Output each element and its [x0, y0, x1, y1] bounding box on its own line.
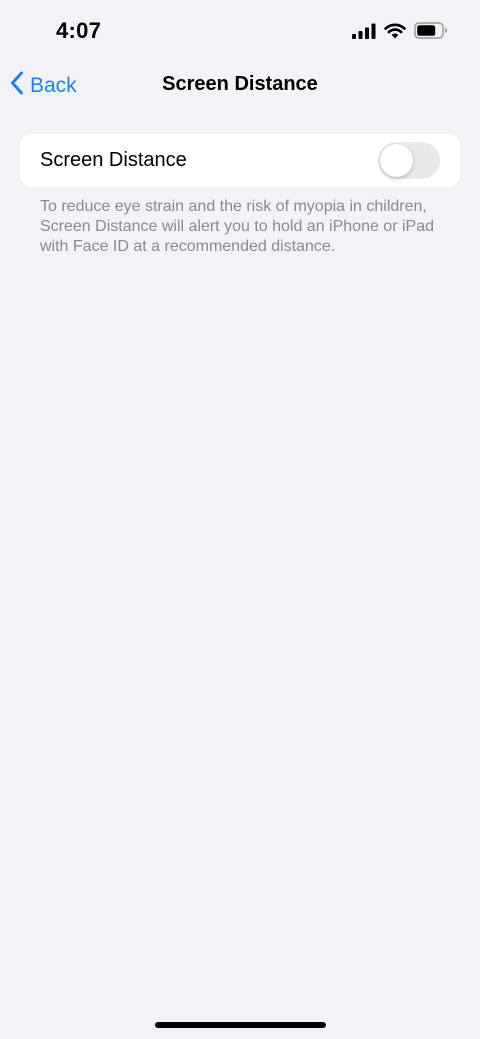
navigation-bar: Back Screen Distance — [0, 62, 480, 108]
page-title: Screen Distance — [162, 73, 318, 95]
setting-row-label: Screen Distance — [40, 149, 187, 171]
screen-distance-setting-row: Screen Distance — [20, 134, 460, 187]
setting-description: To reduce eye strain and the risk of myo… — [40, 198, 434, 255]
status-icons — [352, 22, 448, 44]
toggle-knob — [380, 144, 413, 177]
wifi-icon — [384, 23, 406, 44]
screen-distance-toggle[interactable] — [378, 142, 440, 179]
status-bar: 4:07 — [0, 0, 480, 62]
battery-icon — [414, 22, 448, 44]
cellular-signal-icon — [352, 23, 376, 44]
status-time: 4:07 — [56, 18, 102, 43]
home-indicator — [155, 1022, 326, 1028]
